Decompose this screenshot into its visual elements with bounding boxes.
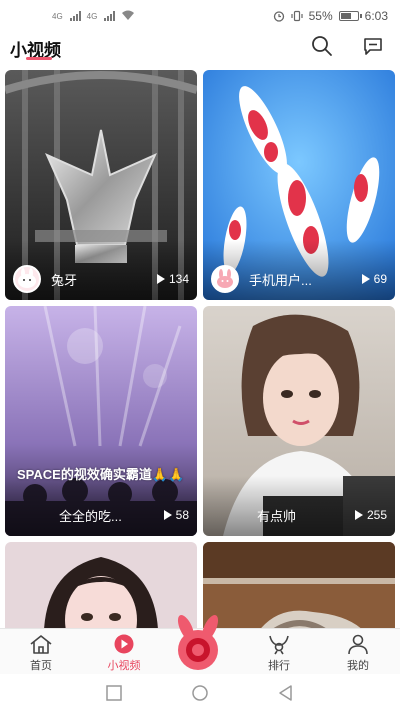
author-name[interactable]: 全全的吃... — [59, 506, 164, 525]
rabbit-record-icon[interactable] — [168, 614, 228, 674]
tab-home[interactable]: 首页 — [11, 633, 71, 673]
play-count: 58 — [163, 508, 189, 522]
play-icon — [163, 510, 172, 520]
play-icon — [354, 510, 363, 520]
home-circle-icon[interactable] — [191, 684, 209, 702]
play-count-value: 69 — [373, 272, 387, 286]
person-icon — [348, 634, 368, 655]
ranking-icon — [269, 635, 289, 655]
title-underline — [26, 57, 52, 60]
tab-label: 我的 — [347, 660, 369, 672]
play-count: 255 — [354, 508, 387, 522]
play-icon — [156, 274, 165, 284]
card-meta: 有点帅 255 — [211, 502, 387, 528]
battery-percent: 55% — [308, 9, 333, 23]
tab-short-video[interactable]: 小视频 — [94, 633, 154, 673]
network-label: 4G — [52, 12, 63, 21]
back-icon[interactable] — [277, 684, 295, 702]
card-meta: 手机用户... 69 — [211, 265, 387, 293]
video-card[interactable]: SPACE的视效确实霸道🙏🙏 全全的吃... 58 — [5, 306, 197, 536]
vibrate-icon — [291, 10, 303, 22]
author-name[interactable]: 兔牙 — [51, 270, 157, 289]
card-meta: 兔牙 134 — [13, 265, 189, 293]
tab-label: 小视频 — [107, 660, 141, 672]
rabbit-avatar-icon — [217, 269, 233, 288]
search-icon[interactable] — [310, 34, 334, 58]
message-icon[interactable] — [361, 34, 385, 58]
play-count-value: 58 — [175, 508, 189, 522]
clock: 6:03 — [364, 9, 388, 23]
signal-icon-2 — [104, 11, 116, 21]
play-count: 69 — [361, 272, 387, 286]
recent-apps-icon[interactable] — [105, 684, 123, 702]
play-circle-icon — [114, 634, 134, 654]
video-caption: SPACE的视效确实霸道🙏🙏 — [17, 467, 185, 482]
author-name[interactable]: 手机用户... — [249, 270, 362, 289]
status-bar: 4G 4G 55% 6:03 — [0, 0, 400, 34]
play-count: 134 — [156, 272, 189, 286]
system-nav-bar — [0, 674, 400, 711]
video-card[interactable]: 手机用户... 69 — [203, 70, 395, 300]
play-count-value: 134 — [168, 272, 189, 286]
tab-profile[interactable]: 我的 — [328, 633, 388, 673]
avatar[interactable] — [211, 265, 239, 293]
status-right: 55% 6:03 — [273, 9, 388, 23]
alarm-icon — [273, 11, 284, 22]
rabbit-avatar-icon — [18, 268, 36, 288]
top-header: 小视频 — [0, 34, 400, 66]
tab-ranking[interactable]: 排行 — [249, 633, 309, 673]
author-name[interactable]: 有点帅 — [257, 506, 355, 525]
play-icon — [361, 274, 370, 284]
video-card[interactable] — [203, 542, 395, 628]
video-card[interactable]: 兔牙 134 — [5, 70, 197, 300]
signal-area: 4G 4G — [52, 10, 135, 21]
battery-icon — [338, 11, 362, 21]
wifi-icon — [122, 10, 135, 20]
play-count-value: 255 — [366, 508, 387, 522]
tab-label: 排行 — [268, 660, 290, 672]
network-label-2: 4G — [86, 12, 98, 21]
tab-label: 首页 — [30, 660, 52, 672]
home-icon — [30, 635, 52, 654]
video-thumbnail — [203, 542, 395, 628]
video-card[interactable]: 有点帅 255 — [203, 306, 395, 536]
signal-icon — [69, 11, 81, 21]
card-meta: 全全的吃... 58 — [13, 502, 189, 528]
video-feed: 兔牙 134 手机用户... 69 SPACE的视效确实霸道🙏🙏 全全的吃...… — [0, 70, 400, 628]
avatar[interactable] — [13, 265, 41, 293]
